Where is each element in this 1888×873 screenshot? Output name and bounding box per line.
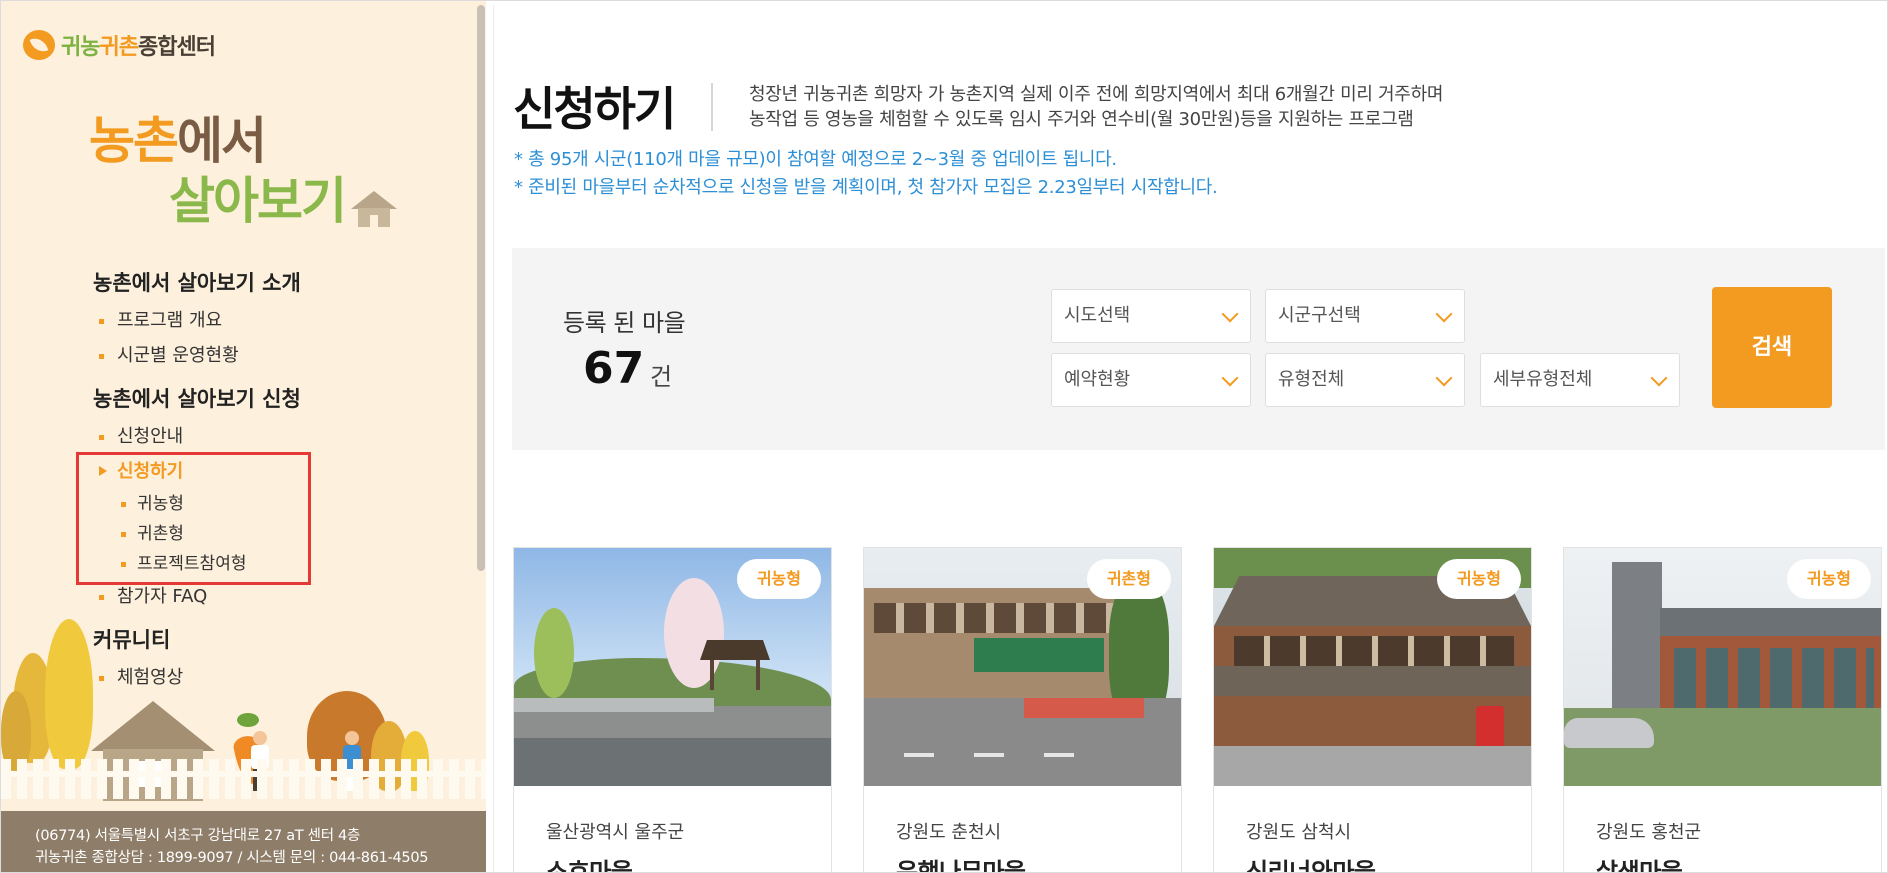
sidebar: 귀농귀촌종합센터 농촌에서 살아보기 농촌에서 살아보기 소개 프로그램 개요 … [1, 1, 486, 872]
chevron-down-icon [1221, 305, 1239, 323]
village-card[interactable]: 귀농형 강원도 홍천군 살생마을 [1563, 547, 1882, 872]
menu-item-region-status[interactable]: 시군별 운영현황 [93, 338, 453, 373]
page: 귀농귀촌종합센터 농촌에서 살아보기 농촌에서 살아보기 소개 프로그램 개요 … [0, 0, 1888, 873]
village-card-list: 귀농형 울산광역시 울주군 소호마을 귀촌형 강원도 춘천시 은행나무마을 귀농… [513, 547, 1887, 872]
card-region: 강원도 춘천시 [896, 822, 1002, 843]
main-content: 신청하기 청장년 귀농귀촌 희망자 가 농촌지역 실제 이주 전에 희망지역에서… [493, 5, 1887, 872]
village-count-label: 등록 된 마을 [563, 309, 686, 337]
search-panel: 등록 된 마을 67 건 시도선택 시군구선택 예약현황 유형전체 세부유형전체… [512, 248, 1885, 450]
subtype-select[interactable]: 세부유형전체 [1480, 353, 1680, 407]
card-village-name[interactable]: 소호마을 [546, 852, 633, 872]
menu-section-intro[interactable]: 농촌에서 살아보기 소개 [93, 263, 453, 303]
footer-address: (06774) 서울특별시 서초구 강남대로 27 aT 센터 4층 [35, 828, 361, 844]
leaf-logo-icon [23, 30, 55, 60]
chevron-down-icon [1221, 369, 1239, 387]
chevron-down-icon [1435, 369, 1453, 387]
menu-item-apply-guide[interactable]: 신청안내 [93, 419, 453, 454]
card-region: 강원도 홍천군 [1596, 822, 1702, 843]
sido-select[interactable]: 시도선택 [1051, 289, 1251, 343]
notice-text: * 총 95개 시군(110개 마을 규모)이 참여할 예정으로 2~3월 중 … [514, 149, 1218, 198]
type-select[interactable]: 유형전체 [1265, 353, 1465, 407]
sidebar-illustration [1, 581, 486, 811]
village-count-unit: 건 [650, 363, 673, 391]
menu-item-program-overview[interactable]: 프로그램 개요 [93, 303, 453, 338]
title-divider [711, 83, 713, 131]
sidebar-hero-title: 농촌에서 살아보기 [89, 111, 397, 231]
type-badge: 귀농형 [1436, 559, 1521, 599]
village-card[interactable]: 귀농형 울산광역시 울주군 소호마을 [513, 547, 832, 872]
menu-section-apply[interactable]: 농촌에서 살아보기 신청 [93, 379, 453, 419]
village-count: 67 [583, 343, 645, 394]
village-card[interactable]: 귀촌형 강원도 춘천시 은행나무마을 [863, 547, 1182, 872]
sigungu-select[interactable]: 시군구선택 [1265, 289, 1465, 343]
chevron-down-icon [1435, 305, 1453, 323]
card-region: 울산광역시 울주군 [546, 822, 685, 843]
highlight-annotation-box [76, 452, 311, 585]
chevron-down-icon [1650, 369, 1668, 387]
type-badge: 귀농형 [1786, 559, 1871, 599]
search-button[interactable]: 검색 [1712, 287, 1832, 408]
card-village-name[interactable]: 신리너와마을 [1246, 852, 1376, 872]
type-badge: 귀농형 [736, 559, 821, 599]
footer-contact: 귀농귀촌 종합상담 : 1899-9097 / 시스템 문의 : 044-861… [35, 850, 429, 866]
type-badge: 귀촌형 [1086, 559, 1171, 599]
village-card[interactable]: 귀농형 강원도 삼척시 신리너와마을 [1213, 547, 1532, 872]
sidebar-scrollbar[interactable] [477, 5, 485, 571]
logo-text: 귀농귀촌종합센터 [61, 35, 216, 60]
page-title: 신청하기 [513, 82, 676, 136]
card-village-name[interactable]: 살생마을 [1596, 852, 1683, 872]
sidebar-footer: (06774) 서울특별시 서초구 강남대로 27 aT 센터 4층 귀농귀촌 … [1, 811, 486, 872]
reservation-status-select[interactable]: 예약현황 [1051, 353, 1251, 407]
house-icon [351, 191, 397, 227]
site-logo[interactable]: 귀농귀촌종합센터 [23, 29, 216, 61]
program-description: 청장년 귀농귀촌 희망자 가 농촌지역 실제 이주 전에 희망지역에서 최대 6… [749, 84, 1444, 130]
card-region: 강원도 삼척시 [1246, 822, 1352, 843]
card-village-name[interactable]: 은행나무마을 [896, 852, 1026, 872]
